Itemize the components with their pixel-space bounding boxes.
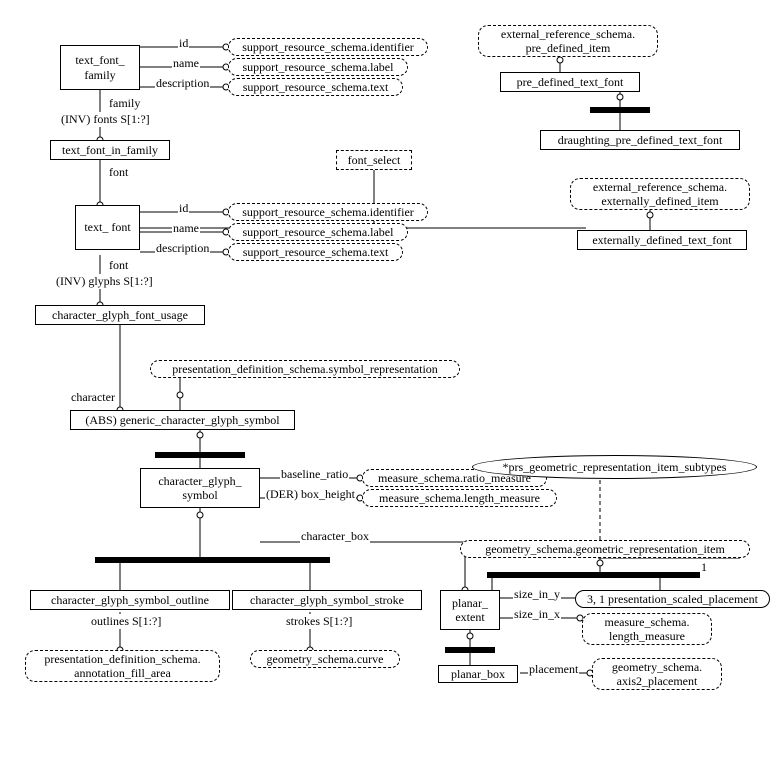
entity-text-font-family: text_font_ family [60, 45, 140, 90]
entity-label: character_glyph_symbol_stroke [250, 593, 404, 607]
entity-planar-box: planar_box [438, 665, 518, 683]
attr-id: id [178, 36, 189, 51]
entity-draughting-pdtf: draughting_pre_defined_text_font [540, 130, 740, 150]
type-label: geometry_schema.geometric_representation… [485, 542, 725, 556]
type-srs-text-2: support_resource_schema.text [228, 243, 403, 261]
attr-size-in-y: size_in_y [513, 587, 561, 602]
type-label: external_reference_schema. externally_de… [577, 180, 743, 209]
type-label: external_reference_schema. pre_defined_i… [485, 27, 651, 56]
attr-description2: description [155, 241, 210, 256]
type-label: presentation_definition_schema.symbol_re… [172, 362, 438, 376]
type-ann-fill-area: presentation_definition_schema. annotati… [25, 650, 220, 682]
attr-font2: font [108, 258, 129, 273]
attr-family: family [108, 96, 141, 111]
type-label: support_resource_schema.identifier [242, 205, 414, 219]
attr-character-box: character_box [300, 529, 370, 544]
entity-label: planar_ extent [447, 596, 493, 625]
type-srs-label-1: support_resource_schema.label [228, 58, 408, 76]
entity-planar-extent: planar_ extent [440, 590, 500, 630]
attr-name: name [172, 56, 200, 71]
type-srs-label-2: support_resource_schema.label [228, 223, 408, 241]
entity-label: text_ font [84, 220, 130, 234]
constraint-label: *prs_geometric_representation_item_subty… [503, 460, 727, 475]
entity-cgs-stroke: character_glyph_symbol_stroke [232, 590, 422, 610]
entity-label: externally_defined_text_font [592, 233, 731, 247]
type-srs-identifier-2: support_resource_schema.identifier [228, 203, 428, 221]
entity-pres-scaled-placement: 3, 1 presentation_scaled_placement [575, 590, 770, 608]
attr-baseline-ratio: baseline_ratio [280, 467, 349, 482]
type-label: presentation_definition_schema. annotati… [32, 652, 213, 681]
attr-name2: name [172, 221, 200, 236]
entity-label: text_font_ family [67, 53, 133, 82]
type-srs-text-1: support_resource_schema.text [228, 78, 403, 96]
type-label: geometry_schema. axis2_placement [599, 660, 715, 689]
attr-description: description [155, 76, 210, 91]
type-label: measure_schema. length_measure [589, 615, 705, 644]
type-label: support_resource_schema.identifier [242, 40, 414, 54]
attr-one: 1 [700, 560, 708, 575]
entity-cgs-outline: character_glyph_symbol_outline [30, 590, 230, 610]
type-pds-symbol-rep: presentation_definition_schema.symbol_re… [150, 360, 460, 378]
type-label: geometry_schema.curve [267, 652, 384, 666]
type-srs-identifier-1: support_resource_schema.identifier [228, 38, 428, 56]
type-label: support_resource_schema.label [243, 225, 394, 239]
entity-label: 3, 1 presentation_scaled_placement [587, 592, 758, 606]
entity-cgfu: character_glyph_font_usage [35, 305, 205, 325]
attr-outlines: outlines S[1:?] [90, 614, 162, 629]
type-ers-predefined: external_reference_schema. pre_defined_i… [478, 25, 658, 57]
entity-label: pre_defined_text_font [517, 75, 624, 89]
attr-character: character [70, 390, 116, 405]
attr-inv-glyphs: (INV) glyphs S[1:?] [55, 274, 154, 289]
attr-strokes: strokes S[1:?] [285, 614, 353, 629]
entity-label: character_glyph_ symbol [147, 474, 253, 503]
attr-id2: id [178, 201, 189, 216]
type-label: support_resource_schema.text [243, 80, 389, 94]
constraint-prs-subtypes: *prs_geometric_representation_item_subty… [472, 455, 757, 479]
entity-text-font: text_ font [75, 205, 140, 250]
select-font-select: font_select [336, 150, 412, 170]
attr-box-height: (DER) box_height [265, 487, 356, 502]
entity-label: character_glyph_symbol_outline [51, 593, 209, 607]
attr-inv-fonts: (INV) fonts S[1:?] [60, 112, 151, 127]
type-gs-gri: geometry_schema.geometric_representation… [460, 540, 750, 558]
entity-ext-def-tf: externally_defined_text_font [577, 230, 747, 250]
type-length-measure-2: measure_schema. length_measure [582, 613, 712, 645]
attr-font1: font [108, 165, 129, 180]
type-axis2-placement: geometry_schema. axis2_placement [592, 658, 722, 690]
select-label: font_select [348, 153, 401, 167]
entity-label: character_glyph_font_usage [52, 308, 188, 322]
type-label: support_resource_schema.label [243, 60, 394, 74]
entity-label: planar_box [451, 667, 505, 681]
attr-size-in-x: size_in_x [513, 607, 561, 622]
type-label: support_resource_schema.text [243, 245, 389, 259]
entity-label: text_font_in_family [62, 143, 158, 157]
type-label: measure_schema.length_measure [379, 491, 540, 505]
entity-label: (ABS) generic_character_glyph_symbol [85, 413, 279, 427]
type-ers-externally: external_reference_schema. externally_de… [570, 178, 750, 210]
entity-text-font-in-family: text_font_in_family [50, 140, 170, 160]
entity-predefined-tf: pre_defined_text_font [500, 72, 640, 92]
type-gs-curve: geometry_schema.curve [250, 650, 400, 668]
entity-cgs: character_glyph_ symbol [140, 468, 260, 508]
entity-generic-cgs: (ABS) generic_character_glyph_symbol [70, 410, 295, 430]
attr-placement: placement [528, 662, 579, 677]
type-length-measure: measure_schema.length_measure [362, 489, 557, 507]
entity-label: draughting_pre_defined_text_font [558, 133, 723, 147]
